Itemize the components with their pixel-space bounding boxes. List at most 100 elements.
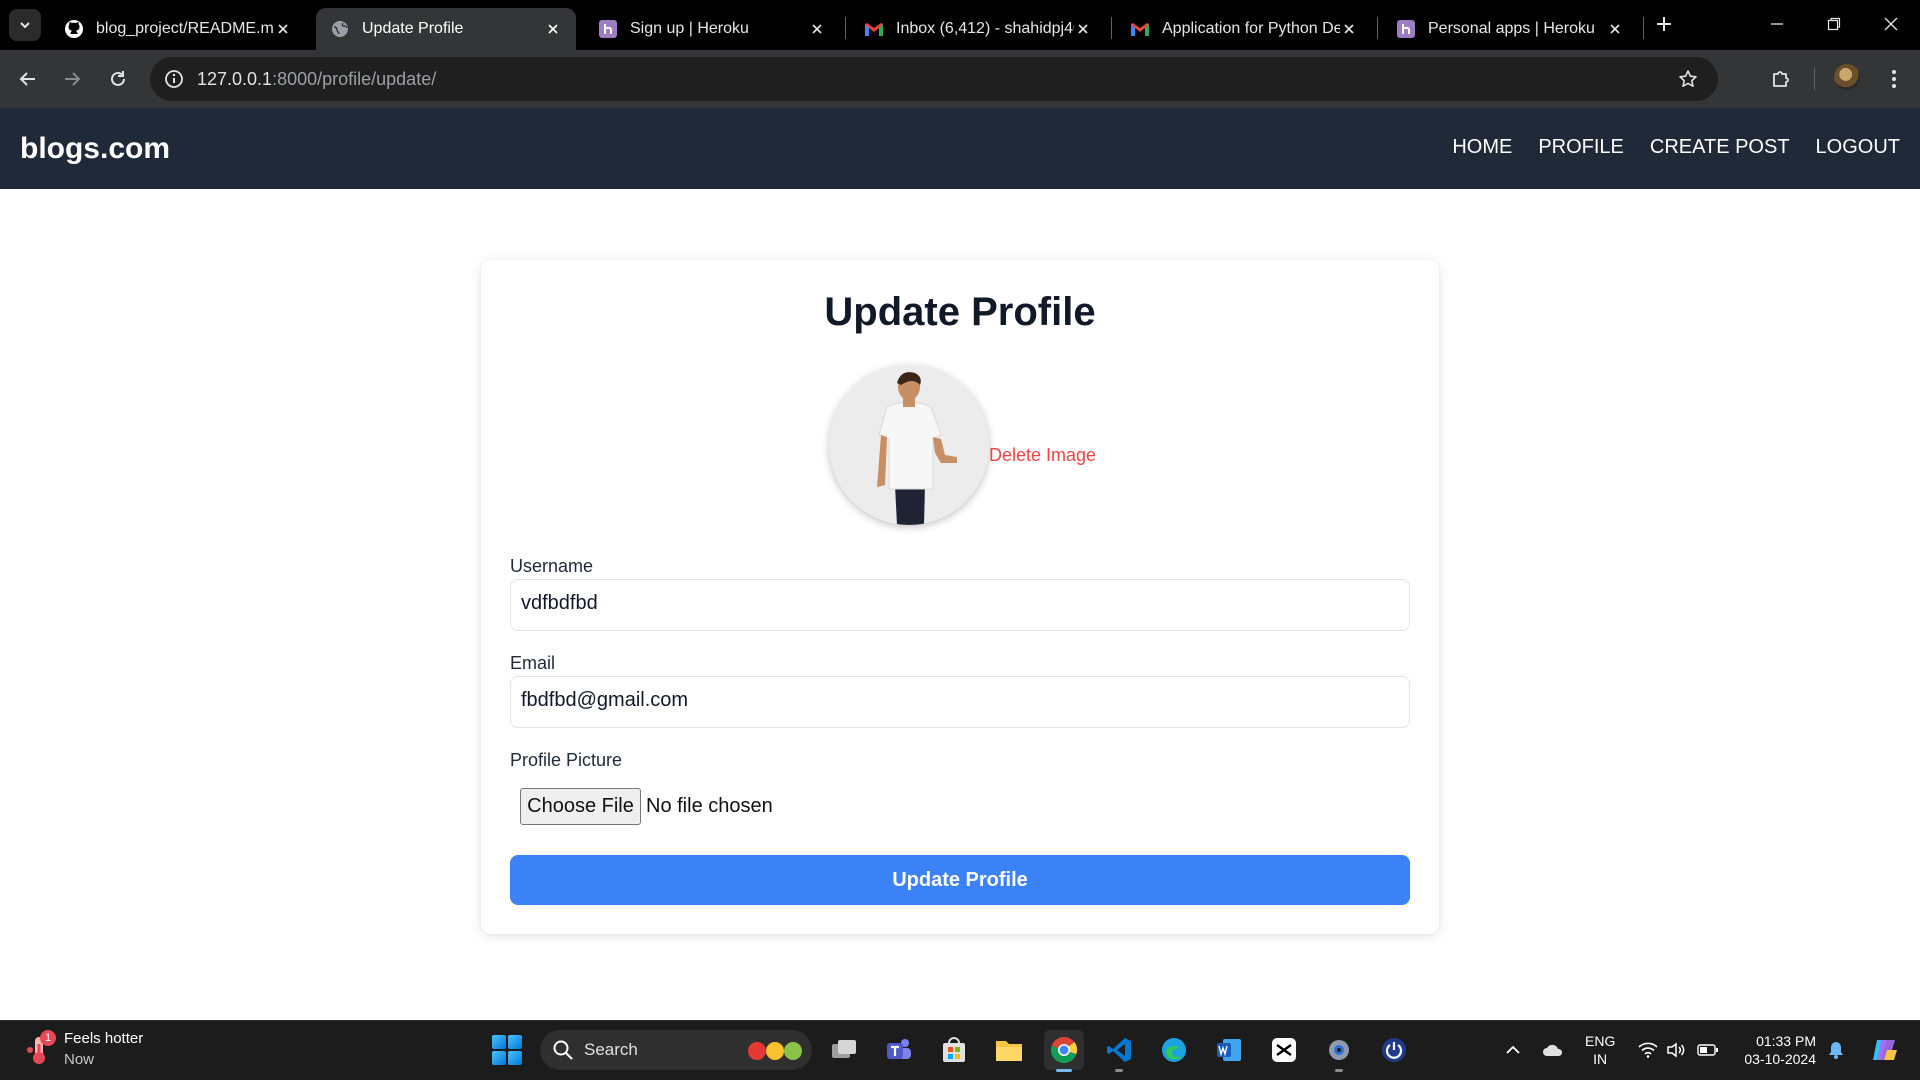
settings-app[interactable]: [1319, 1030, 1359, 1072]
url-text[interactable]: 127.0.0.1:8000/profile/update/: [197, 69, 436, 90]
tab-gmail-application[interactable]: Application for Python Dev: [1116, 8, 1372, 50]
chrome-app[interactable]: [1044, 1030, 1084, 1072]
search-placeholder: Search: [584, 1040, 638, 1059]
windows-logo-pane: [508, 1051, 522, 1065]
store-app[interactable]: [934, 1030, 974, 1070]
show-hidden-icons-button[interactable]: [1502, 1039, 1524, 1061]
site-brand[interactable]: blogs.com: [20, 132, 170, 166]
notifications-button[interactable]: [1825, 1039, 1847, 1061]
tab-title: Application for Python Dev: [1162, 20, 1340, 37]
site-navbar: blogs.com HOME PROFILE CREATE POST LOGOU…: [0, 108, 1920, 189]
username-input[interactable]: vdfbdfbd: [510, 579, 1410, 631]
word-icon: [1217, 1039, 1241, 1061]
extensions-button[interactable]: [1767, 65, 1795, 93]
file-status-text: No file chosen: [646, 795, 773, 817]
close-window-button[interactable]: [1879, 12, 1903, 36]
input-language-indicator[interactable]: ENG IN: [1585, 1032, 1615, 1068]
apple-icon: [784, 1042, 802, 1060]
store-icon: [943, 1037, 965, 1062]
tab-close-icon[interactable]: [1074, 20, 1092, 38]
restore-button[interactable]: [1822, 12, 1846, 36]
chrome-icon: [1050, 1037, 1078, 1064]
battery-tray[interactable]: [1697, 1039, 1719, 1061]
gear-icon: [1329, 1040, 1349, 1060]
choose-file-button[interactable]: Choose File: [520, 788, 641, 825]
toolbar-divider: [1814, 68, 1815, 90]
address-bar[interactable]: 127.0.0.1:8000/profile/update/: [150, 57, 1718, 101]
reload-button[interactable]: [104, 65, 132, 93]
tab-separator: [1111, 17, 1112, 39]
tab-close-icon[interactable]: [544, 20, 562, 38]
edge-app[interactable]: [1154, 1030, 1194, 1070]
tab-github-readme[interactable]: blog_project/README.md: [50, 8, 306, 50]
puzzle-icon: [1773, 71, 1789, 87]
clock-time: 01:33 PM: [1756, 1033, 1816, 1049]
nav-home-link[interactable]: HOME: [1452, 136, 1512, 159]
folder-icon: [996, 1041, 1022, 1061]
task-view-button[interactable]: [824, 1030, 864, 1070]
tab-title: Personal apps | Heroku: [1428, 20, 1595, 37]
copilot-button[interactable]: [1868, 1035, 1900, 1065]
heroku-icon: [1396, 19, 1416, 39]
arrow-right-icon: [65, 72, 81, 86]
nav-logout-link[interactable]: LOGOUT: [1816, 136, 1900, 159]
apple-icon: [748, 1042, 766, 1060]
email-input[interactable]: fbdfbd@gmail.com: [510, 676, 1410, 728]
browser-tab-strip: blog_project/README.md Update Profile Si…: [0, 0, 1920, 50]
volume-tray[interactable]: [1665, 1039, 1687, 1061]
tab-close-icon[interactable]: [274, 20, 292, 38]
windows-logo-pane: [492, 1051, 506, 1065]
tab-gmail-inbox[interactable]: Inbox (6,412) - shahidpj40(: [850, 8, 1106, 50]
weather-title: Feels hotter: [64, 1030, 144, 1047]
browser-menu-button[interactable]: [1880, 65, 1908, 93]
tab-close-icon[interactable]: [1606, 20, 1624, 38]
start-button[interactable]: [492, 1035, 522, 1065]
windows-logo-pane: [508, 1035, 522, 1049]
reload-icon: [111, 71, 125, 86]
speaker-icon: [1667, 1042, 1685, 1058]
word-app[interactable]: [1209, 1030, 1249, 1070]
tab-close-icon[interactable]: [808, 20, 826, 38]
new-tab-button[interactable]: [1652, 12, 1676, 36]
file-explorer-app[interactable]: [989, 1030, 1029, 1070]
onedrive-tray[interactable]: [1542, 1039, 1564, 1061]
tab-search-button[interactable]: [9, 9, 41, 41]
teams-app[interactable]: [879, 1030, 919, 1070]
tab-close-icon[interactable]: [1340, 20, 1358, 38]
tab-heroku-apps[interactable]: Personal apps | Heroku: [1382, 8, 1638, 50]
taskbar-search[interactable]: Search: [540, 1030, 812, 1070]
tab-update-profile[interactable]: Update Profile: [316, 8, 576, 50]
browser-profile-avatar[interactable]: [1834, 64, 1860, 90]
update-profile-button[interactable]: Update Profile: [510, 855, 1410, 905]
email-label: Email: [510, 653, 556, 673]
tab-heroku-signup[interactable]: Sign up | Heroku: [584, 8, 840, 50]
battery-icon: [1697, 1044, 1718, 1056]
vscode-app[interactable]: [1099, 1030, 1139, 1072]
nav-profile-link[interactable]: PROFILE: [1538, 136, 1624, 159]
gmail-icon: [1130, 19, 1150, 39]
site-info-icon[interactable]: [162, 67, 186, 91]
bookmark-star-icon[interactable]: [1676, 67, 1700, 91]
wifi-tray[interactable]: [1637, 1039, 1659, 1061]
tab-title: Sign up | Heroku: [630, 20, 749, 37]
search-icon: [553, 1040, 573, 1060]
active-app-indicator: [1056, 1069, 1072, 1072]
tab-separator: [1377, 17, 1378, 39]
nav-create-post-link[interactable]: CREATE POST: [1650, 136, 1790, 159]
delete-image-link[interactable]: Delete Image: [989, 445, 1096, 466]
windows-logo-pane: [492, 1035, 506, 1049]
apple-icon: [766, 1042, 784, 1060]
system-clock[interactable]: 01:33 PM 03-10-2024: [1738, 1032, 1816, 1068]
minimize-button[interactable]: [1765, 12, 1789, 36]
profile-picture: [829, 365, 989, 525]
tab-title: Update Profile: [362, 20, 464, 37]
power-app[interactable]: [1374, 1030, 1414, 1070]
back-button[interactable]: [14, 65, 42, 93]
vscode-icon: [1107, 1038, 1131, 1062]
wifi-icon: [1638, 1042, 1658, 1058]
username-label: Username: [510, 556, 594, 576]
globe-icon: [330, 19, 350, 39]
region-code: IN: [1593, 1051, 1608, 1067]
capcut-app[interactable]: [1264, 1030, 1304, 1070]
forward-button[interactable]: [58, 65, 86, 93]
